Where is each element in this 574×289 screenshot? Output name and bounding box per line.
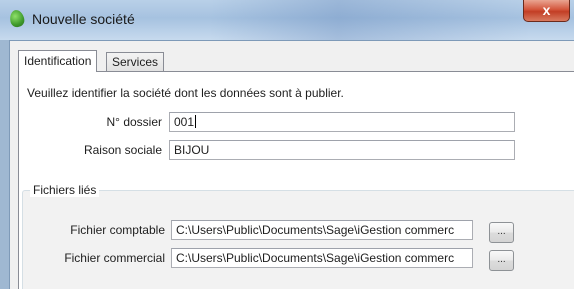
tab-identification[interactable]: Identification bbox=[18, 50, 98, 72]
close-button[interactable]: x bbox=[523, 0, 570, 22]
window-title: Nouvelle société bbox=[32, 11, 135, 27]
identification-panel: Veuillez identifier la société dont les … bbox=[18, 71, 574, 289]
text-caret bbox=[195, 115, 197, 128]
dialog-client-area: Identification Services Veuillez identif… bbox=[9, 40, 574, 289]
dossier-input[interactable]: 001 bbox=[169, 112, 515, 132]
fichier-comptable-label: Fichier comptable bbox=[70, 223, 165, 237]
title-bar[interactable]: Nouvelle société x bbox=[0, 0, 574, 40]
fichier-comptable-browse-button[interactable]: ... bbox=[489, 222, 514, 243]
raison-sociale-label: Raison sociale bbox=[83, 143, 162, 157]
dossier-label: N° dossier bbox=[106, 115, 162, 129]
fichier-commercial-input[interactable]: C:\Users\Public\Documents\Sage\iGestion … bbox=[171, 248, 473, 268]
intro-text: Veuillez identifier la société dont les … bbox=[27, 86, 344, 100]
dossier-value: 001 bbox=[174, 115, 195, 129]
raison-sociale-input[interactable]: BIJOU bbox=[169, 140, 515, 160]
fichier-commercial-browse-button[interactable]: ... bbox=[489, 250, 514, 271]
tab-services[interactable]: Services bbox=[106, 52, 165, 71]
app-leaf-icon bbox=[8, 8, 26, 29]
fichiers-lies-group: Fichiers liés Fichier comptable C:\Users… bbox=[22, 183, 574, 289]
close-icon: x bbox=[542, 2, 551, 18]
fichier-commercial-label: Fichier commercial bbox=[64, 251, 165, 265]
fichier-comptable-input[interactable]: C:\Users\Public\Documents\Sage\iGestion … bbox=[171, 220, 473, 240]
